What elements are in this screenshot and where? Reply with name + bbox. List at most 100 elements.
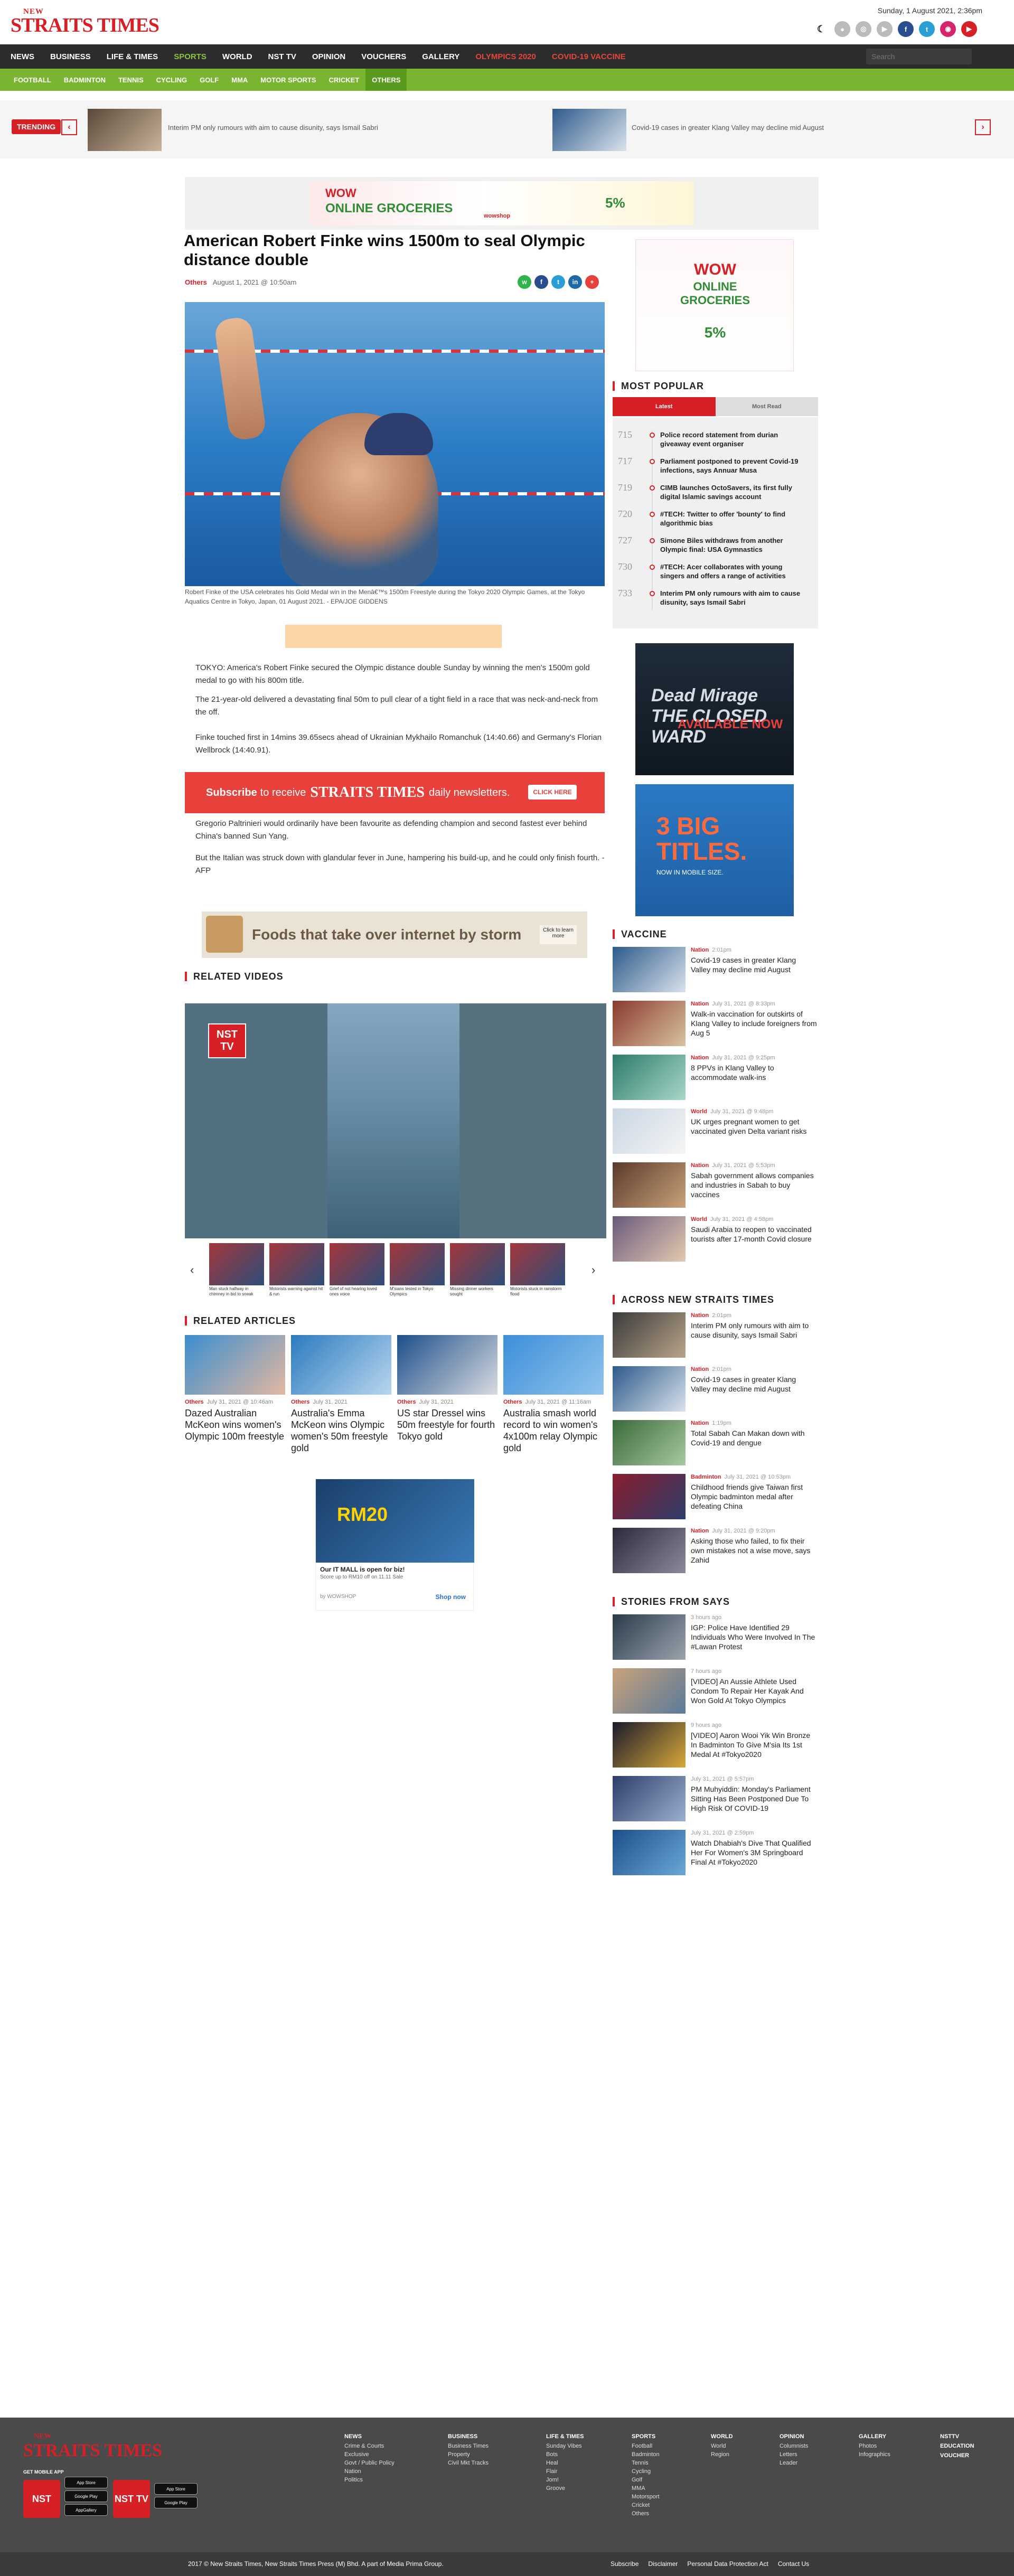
subnav-motor-sports[interactable]: MOTOR SPORTS xyxy=(254,69,322,91)
video-thumb[interactable]: Motorists warning against hit & run xyxy=(269,1243,324,1297)
footer-link[interactable]: Cycling xyxy=(632,2467,660,2476)
footer-link[interactable]: Jom! xyxy=(546,2476,584,2484)
footer-col-heading[interactable]: NEWS xyxy=(344,2432,395,2441)
popular-item[interactable]: 715 Police record statement from durian g… xyxy=(618,430,803,448)
nav-business[interactable]: BUSINESS xyxy=(50,52,91,61)
nav-vouchers[interactable]: VOUCHERS xyxy=(361,52,406,61)
footer-link-subscribe[interactable]: Subscribe xyxy=(611,2560,639,2568)
related-article-title[interactable]: Dazed Australian McKeon wins women's Oly… xyxy=(185,1407,285,1442)
footer-col-heading[interactable]: GALLERY xyxy=(859,2432,890,2441)
nst-app-icon[interactable]: NST xyxy=(23,2480,60,2518)
nav-opinion[interactable]: OPINION xyxy=(312,52,345,61)
footer-col-heading[interactable]: VOUCHER xyxy=(940,2451,974,2460)
search-input[interactable] xyxy=(866,49,972,64)
facebook-icon[interactable]: f xyxy=(898,21,914,37)
footer-link[interactable]: Infographics xyxy=(859,2450,890,2459)
popular-item[interactable]: 730 #TECH: Acer collaborates with young s… xyxy=(618,562,803,580)
footer-link[interactable]: Golf xyxy=(632,2476,660,2484)
video-thumb[interactable]: Missing dinner workers sought xyxy=(450,1243,505,1297)
story-item[interactable]: July 31, 2021 @ 2:59pm Watch Dhabiah's Di… xyxy=(613,1830,818,1875)
related-article-title[interactable]: Australia smash world record to win wome… xyxy=(503,1407,604,1454)
nav-sports[interactable]: SPORTS xyxy=(174,52,206,61)
trending-item-2[interactable]: Covid-19 cases in greater Klang Valley m… xyxy=(632,124,824,131)
footer-link-disclaimer[interactable]: Disclaimer xyxy=(648,2560,678,2568)
youtube-icon[interactable]: ▶ xyxy=(961,21,977,37)
subnav-others[interactable]: OTHERS xyxy=(365,69,407,91)
popular-item[interactable]: 720 #TECH: Twitter to offer 'bounty' to f… xyxy=(618,509,803,528)
footer-link[interactable]: Others xyxy=(632,2509,660,2518)
app-store-badge[interactable]: App Store xyxy=(64,2477,108,2488)
tab-most-read[interactable]: Most Read xyxy=(715,397,818,416)
footer-link[interactable]: Football xyxy=(632,2442,660,2450)
footer-link[interactable]: Columnists xyxy=(780,2442,808,2450)
footer-link[interactable]: Business Times xyxy=(448,2442,489,2450)
footer-col-heading[interactable]: NSTTV xyxy=(940,2432,974,2441)
footer-link[interactable]: World xyxy=(711,2442,733,2450)
trending-item-1[interactable]: Interim PM only rumours with aim to caus… xyxy=(168,124,378,131)
nav-covid-vaccine[interactable]: COVID-19 VACCINE xyxy=(552,52,626,61)
footer-link[interactable]: Flair xyxy=(546,2467,584,2476)
trending-prev-button[interactable]: ‹ xyxy=(61,119,77,135)
popular-item[interactable]: 717 Parliament postponed to prevent Covid… xyxy=(618,456,803,475)
video-icon[interactable]: ▶ xyxy=(877,21,893,37)
google-play-badge[interactable]: Google Play xyxy=(154,2497,198,2508)
across-item[interactable]: Nation July 31, 2021 @ 9:20pm Asking those… xyxy=(613,1528,818,1573)
video-player[interactable]: NST TV xyxy=(185,1003,606,1238)
newsletter-banner[interactable]: Subscribe to receive STRAITS TIMES daily… xyxy=(185,772,605,813)
subnav-golf[interactable]: GOLF xyxy=(193,69,225,91)
footer-link[interactable]: Civil Mkt Tracks xyxy=(448,2459,489,2467)
instagram-icon[interactable]: ◉ xyxy=(940,21,956,37)
vaccine-item[interactable]: Nation 2:01pm Covid-19 cases in greater Kl… xyxy=(613,947,818,992)
google-play-badge[interactable]: Google Play xyxy=(64,2490,108,2502)
sidebar-ad-groceries[interactable]: WOW ONLINE GROCERIES 5% xyxy=(635,239,794,371)
nav-olympics[interactable]: OLYMPICS 2020 xyxy=(475,52,536,61)
footer-link[interactable]: Politics xyxy=(344,2476,395,2484)
footer-link[interactable]: Letters xyxy=(780,2450,808,2459)
video-thumb[interactable]: Motorists stuck in rainstorm flood xyxy=(510,1243,565,1297)
subnav-cycling[interactable]: CYCLING xyxy=(150,69,194,91)
video-thumb[interactable]: M'sians tested in Tokyo Olympics xyxy=(390,1243,445,1297)
video-thumb[interactable]: Man stuck halfway in chimney in bid to s… xyxy=(209,1243,264,1297)
footer-link[interactable]: Sunday Vibes xyxy=(546,2442,584,2450)
footer-col-heading[interactable]: EDUCATION xyxy=(940,2442,974,2450)
carousel-prev-icon[interactable]: ‹ xyxy=(190,1263,194,1277)
footer-link[interactable]: Nation xyxy=(344,2467,395,2476)
popular-item[interactable]: 719 CIMB launches OctoSavers, its first f… xyxy=(618,483,803,501)
footer-link-contact[interactable]: Contact Us xyxy=(778,2560,809,2568)
nav-nst-tv[interactable]: NST TV xyxy=(268,52,296,61)
linkedin-share-icon[interactable]: in xyxy=(568,275,582,289)
popular-item[interactable]: 727 Simone Biles withdraws from another O… xyxy=(618,535,803,554)
footer-link[interactable]: Leader xyxy=(780,2459,808,2467)
trending-thumb-1[interactable] xyxy=(88,109,162,151)
nav-world[interactable]: WORLD xyxy=(222,52,252,61)
footer-col-heading[interactable]: WORLD xyxy=(711,2432,733,2441)
whatsapp-icon[interactable]: w xyxy=(518,275,531,289)
related-article[interactable]: Others July 31, 2021 @ 11:16am Australia … xyxy=(503,1335,604,1454)
footer-link[interactable]: Exclusive xyxy=(344,2450,395,2459)
app-store-badge[interactable]: App Store xyxy=(154,2483,198,2495)
related-article[interactable]: Others July 31, 2021 Australia's Emma McK… xyxy=(291,1335,391,1454)
trending-thumb-2[interactable] xyxy=(552,109,626,151)
subscribe-button[interactable]: CLICK HERE xyxy=(528,785,577,800)
twitter-share-icon[interactable]: t xyxy=(551,275,565,289)
footer-link[interactable]: Groove xyxy=(546,2484,584,2493)
facebook-share-icon[interactable]: f xyxy=(534,275,548,289)
story-item[interactable]: 3 hours ago IGP: Police Have Identified 2… xyxy=(613,1614,818,1660)
footer-link[interactable]: Cricket xyxy=(632,2501,660,2509)
footer-link-pdpa[interactable]: Personal Data Protection Act xyxy=(687,2560,768,2568)
app-gallery-badge[interactable]: AppGallery xyxy=(64,2504,108,2516)
story-item[interactable]: July 31, 2021 @ 5:57pm PM Muhyiddin: Mond… xyxy=(613,1776,818,1821)
footer-col-heading[interactable]: LIFE & TIMES xyxy=(546,2432,584,2441)
related-article-title[interactable]: Australia's Emma McKeon wins Olympic wom… xyxy=(291,1407,391,1454)
footer-link[interactable]: Region xyxy=(711,2450,733,2459)
more-share-icon[interactable]: + xyxy=(585,275,599,289)
vaccine-item[interactable]: Nation July 31, 2021 @ 9:25pm 8 PPVs in Kl… xyxy=(613,1055,818,1100)
vaccine-item[interactable]: Nation July 31, 2021 @ 5:53pm Sabah govern… xyxy=(613,1162,818,1208)
nst-tv-app-icon[interactable]: NST TV xyxy=(113,2480,150,2518)
story-item[interactable]: 7 hours ago [VIDEO] An Aussie Athlete Use… xyxy=(613,1668,818,1714)
sidebar-ad-titles[interactable]: 3 BIG TITLES. NOW IN MOBILE SIZE. xyxy=(635,784,794,916)
inline-ad-bar[interactable] xyxy=(285,625,502,648)
article-category[interactable]: Others xyxy=(185,278,207,286)
across-item[interactable]: Nation 1:19pm Total Sabah Can Makan down w… xyxy=(613,1420,818,1465)
across-item[interactable]: Nation 2:01pm Covid-19 cases in greater Kl… xyxy=(613,1366,818,1412)
